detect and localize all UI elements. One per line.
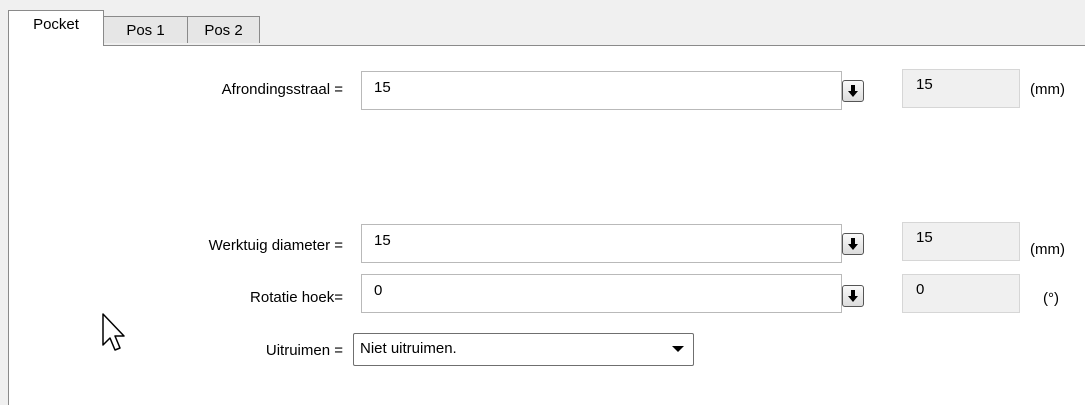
chevron-down-icon	[672, 346, 684, 352]
werktuig-diameter-label: Werktuig diameter =	[208, 237, 343, 254]
werktuig-diameter-apply-button[interactable]	[842, 233, 864, 255]
tab-pos-2[interactable]: Pos 2	[187, 16, 260, 43]
afrondingsstraal-readout: 15	[902, 69, 1020, 108]
arrow-down-icon	[848, 85, 858, 97]
rotatie-hoek-input[interactable]: 0	[361, 274, 842, 313]
tab-strip: Pocket Pos 1 Pos 2	[0, 0, 1085, 46]
rotatie-hoek-apply-button[interactable]	[842, 285, 864, 307]
afrondingsstraal-apply-button[interactable]	[842, 80, 864, 102]
afrondingsstraal-input[interactable]: 15	[361, 71, 842, 110]
arrow-down-icon	[848, 290, 858, 302]
tab-pocket[interactable]: Pocket	[8, 10, 104, 46]
werktuig-diameter-unit: (mm)	[1030, 241, 1065, 258]
afrondingsstraal-unit: (mm)	[1030, 81, 1065, 98]
werktuig-diameter-readout: 15	[902, 222, 1020, 261]
arrow-down-icon	[848, 238, 858, 250]
tab-pos-1[interactable]: Pos 1	[103, 16, 188, 43]
werktuig-diameter-input[interactable]: 15	[361, 224, 842, 263]
uitruimen-selected-value: Niet uitruimen.	[360, 340, 457, 357]
rotatie-hoek-label: Rotatie hoek=	[250, 289, 343, 306]
rotatie-hoek-readout: 0	[902, 274, 1020, 313]
rotatie-hoek-unit: (°)	[1043, 290, 1059, 307]
uitruimen-label: Uitruimen =	[265, 342, 343, 359]
afrondingsstraal-label: Afrondingsstraal =	[221, 81, 343, 98]
uitruimen-select[interactable]: Niet uitruimen.	[353, 333, 694, 366]
mouse-pointer-icon	[102, 313, 125, 351]
